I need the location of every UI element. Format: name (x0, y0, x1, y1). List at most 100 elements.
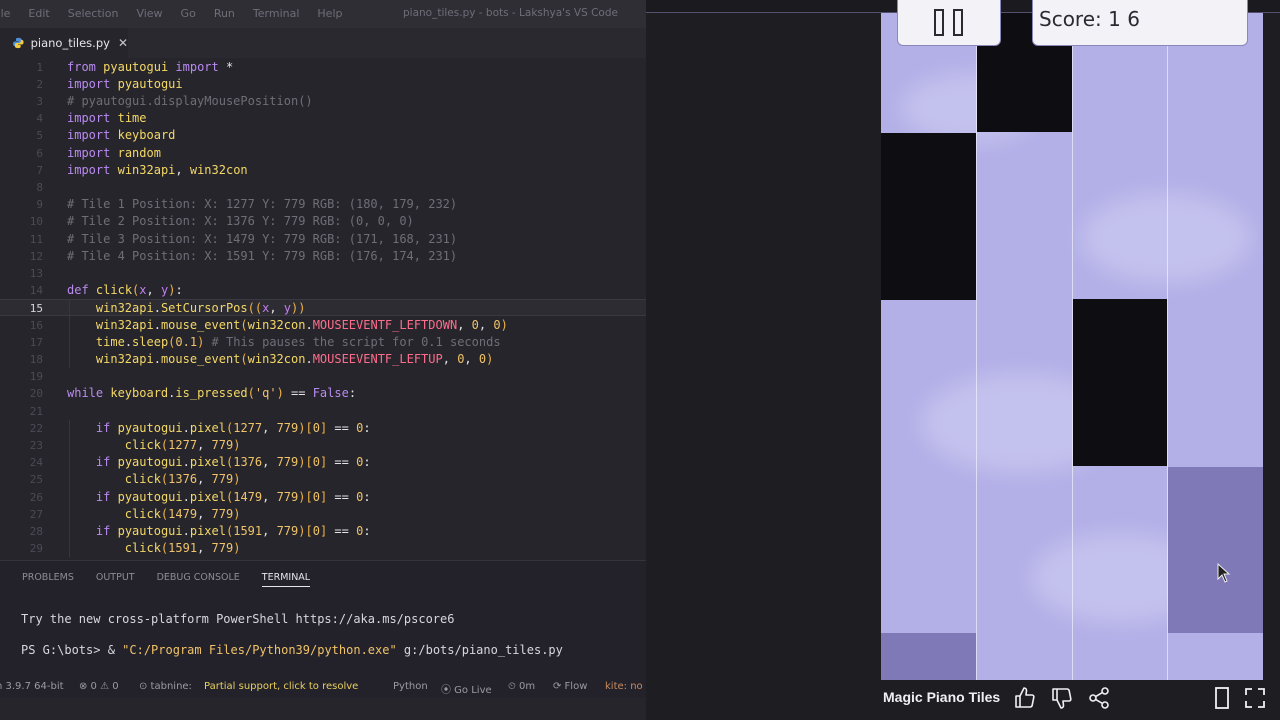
line-number: 10 (29, 215, 43, 229)
tab-piano-tiles[interactable]: piano_tiles.py ✕ (0, 28, 128, 58)
code-line[interactable]: 16 win32api.mouse_event(win32con.MOUSEEV… (0, 317, 646, 334)
code-line[interactable]: 24 if pyautogui.pixel(1376, 779)[0] == 0… (0, 454, 646, 471)
black-tile[interactable] (881, 133, 976, 300)
score-box: Score: 1 6 (1032, 0, 1248, 46)
close-icon[interactable]: ✕ (118, 36, 128, 50)
code-line[interactable]: 20 while keyboard.is_pressed('q') == Fals… (0, 385, 646, 402)
status-kite[interactable]: kite: no (605, 681, 643, 692)
menu-view[interactable]: View (136, 7, 162, 20)
code-line[interactable]: 27 click(1479, 779) (0, 506, 646, 523)
editor-tab-bar: piano_tiles.py ✕ (0, 28, 646, 58)
code-text: # Tile 3 Position: X: 1479 Y: 779 RGB: (… (67, 231, 458, 246)
code-line[interactable]: 5 import keyboard (0, 127, 646, 144)
code-line[interactable]: 15 win32api.SetCursorPos((x, y)) (0, 299, 646, 317)
status-tabnine[interactable]: ⊙ tabnine: (139, 681, 192, 692)
code-editor[interactable]: 1 from pyautogui import * 2 import pyautogu… (0, 58, 646, 560)
title-bar: File Edit Selection View Go Run Terminal… (0, 0, 646, 28)
score-label: Score: 1 6 (1039, 7, 1140, 31)
tab-label: piano_tiles.py (30, 36, 110, 50)
code-line[interactable]: 19 (0, 368, 646, 385)
tab-debug-console[interactable]: DEBUG CONSOLE (157, 572, 240, 587)
line-number: 15 (29, 302, 43, 316)
code-line[interactable]: 11 # Tile 3 Position: X: 1479 Y: 779 RGB:… (0, 231, 646, 248)
line-number: 27 (29, 507, 43, 521)
code-text: if pyautogui.pixel(1376, 779)[0] == 0: (95, 455, 371, 470)
code-line[interactable]: 4 import time (0, 110, 646, 127)
status-go-live[interactable]: ⦿ Go Live (441, 681, 492, 696)
indent-guide (69, 299, 70, 369)
code-line[interactable]: 7 import win32api, win32con (0, 162, 646, 179)
code-line[interactable]: 18 win32api.mouse_event(win32con.MOUSEEV… (0, 351, 646, 368)
code-text: click(1479, 779) (124, 506, 241, 521)
tab-output[interactable]: OUTPUT (96, 572, 135, 587)
code-text: # pyautogui.displayMousePosition() (67, 93, 313, 108)
status-problems[interactable]: ⊗ 0 ⚠ 0 (79, 681, 119, 692)
share-icon[interactable] (1087, 686, 1111, 710)
line-number: 12 (29, 249, 43, 263)
status-python-version[interactable]: n 3.9.7 64-bit (0, 681, 64, 692)
code-text: if pyautogui.pixel(1479, 779)[0] == 0: (95, 489, 371, 504)
black-tile[interactable] (1073, 299, 1167, 466)
code-line[interactable]: 1 from pyautogui import * (0, 59, 646, 76)
thumbs-up-icon[interactable] (1013, 686, 1037, 710)
code-line[interactable]: 12 # Tile 4 Position: X: 1591 Y: 779 RGB:… (0, 248, 646, 265)
code-line[interactable]: 25 click(1376, 779) (0, 471, 646, 488)
code-text: import keyboard (67, 128, 176, 143)
terminal-message: Try the new cross-platform PowerShell ht… (21, 612, 455, 626)
menu-help[interactable]: Help (317, 7, 342, 20)
terminal-command[interactable]: PS G:\bots> & "C:/Program Files/Python39… (21, 643, 563, 657)
code-line[interactable]: 2 import pyautogui (0, 76, 646, 93)
code-line[interactable]: 28 if pyautogui.pixel(1591, 779)[0] == 0… (0, 523, 646, 540)
line-number: 14 (29, 284, 43, 298)
code-text: win32api.SetCursorPos((x, y)) (95, 301, 306, 316)
code-line[interactable]: 29 click(1591, 779) (0, 540, 646, 557)
line-number: 16 (29, 318, 43, 332)
menu-selection[interactable]: Selection (68, 7, 119, 20)
line-number: 22 (29, 421, 43, 435)
menu-go[interactable]: Go (181, 7, 196, 20)
line-number: 26 (29, 490, 43, 504)
line-number: 23 (29, 438, 43, 452)
code-text: from pyautogui import * (67, 59, 234, 74)
panel-tabs: PROBLEMS OUTPUT DEBUG CONSOLE TERMINAL (22, 572, 332, 587)
phone-frame-icon[interactable] (1212, 686, 1232, 710)
code-line[interactable]: 9 # Tile 1 Position: X: 1277 Y: 779 RGB: … (0, 196, 646, 213)
code-text: # Tile 4 Position: X: 1591 Y: 779 RGB: (… (67, 248, 458, 263)
menu-file[interactable]: File (0, 7, 10, 20)
code-line[interactable]: 13 (0, 265, 646, 282)
code-text: click(1376, 779) (124, 472, 241, 487)
line-number: 24 (29, 456, 43, 470)
line-number: 20 (29, 387, 43, 401)
code-line[interactable]: 23 click(1277, 779) (0, 437, 646, 454)
code-line[interactable]: 17 time.sleep(0.1) # This pauses the scr… (0, 334, 646, 351)
code-line[interactable]: 3 # pyautogui.displayMousePosition() (0, 93, 646, 110)
line-number: 29 (29, 542, 43, 556)
menu-run[interactable]: Run (214, 7, 235, 20)
line-number: 5 (36, 129, 43, 143)
menu-edit[interactable]: Edit (28, 7, 49, 20)
tab-problems[interactable]: PROBLEMS (22, 572, 74, 587)
code-text: if pyautogui.pixel(1591, 779)[0] == 0: (95, 523, 371, 538)
code-text: if pyautogui.pixel(1277, 779)[0] == 0: (95, 420, 371, 435)
code-line[interactable]: 21 (0, 403, 646, 420)
code-line[interactable]: 14 def click(x, y): (0, 282, 646, 299)
fullscreen-icon[interactable] (1243, 686, 1267, 710)
pause-button[interactable] (897, 0, 1001, 46)
status-language[interactable]: Python (393, 681, 428, 692)
pause-icon (934, 9, 944, 36)
menu-terminal[interactable]: Terminal (253, 7, 300, 20)
code-line[interactable]: 10 # Tile 2 Position: X: 1376 Y: 779 RGB:… (0, 213, 646, 230)
status-flow[interactable]: ⟳ Flow (553, 681, 587, 692)
code-text: win32api.mouse_event(win32con.MOUSEEVENT… (95, 317, 508, 332)
status-partial-support[interactable]: Partial support, click to resolve (204, 681, 358, 692)
code-line[interactable]: 8 (0, 179, 646, 196)
status-time[interactable]: ⏲ 0m (508, 681, 535, 692)
code-line[interactable]: 6 import random (0, 145, 646, 162)
code-line[interactable]: 22 if pyautogui.pixel(1277, 779)[0] == 0… (0, 420, 646, 437)
terminal-script: g:/bots/piano_tiles.py (396, 643, 563, 657)
piano-board[interactable] (881, 13, 1263, 680)
thumbs-down-icon[interactable] (1050, 686, 1074, 710)
code-line[interactable]: 26 if pyautogui.pixel(1479, 779)[0] == 0… (0, 489, 646, 506)
bottom-panel: PROBLEMS OUTPUT DEBUG CONSOLE TERMINAL T… (0, 560, 646, 676)
tab-terminal[interactable]: TERMINAL (261, 572, 311, 587)
